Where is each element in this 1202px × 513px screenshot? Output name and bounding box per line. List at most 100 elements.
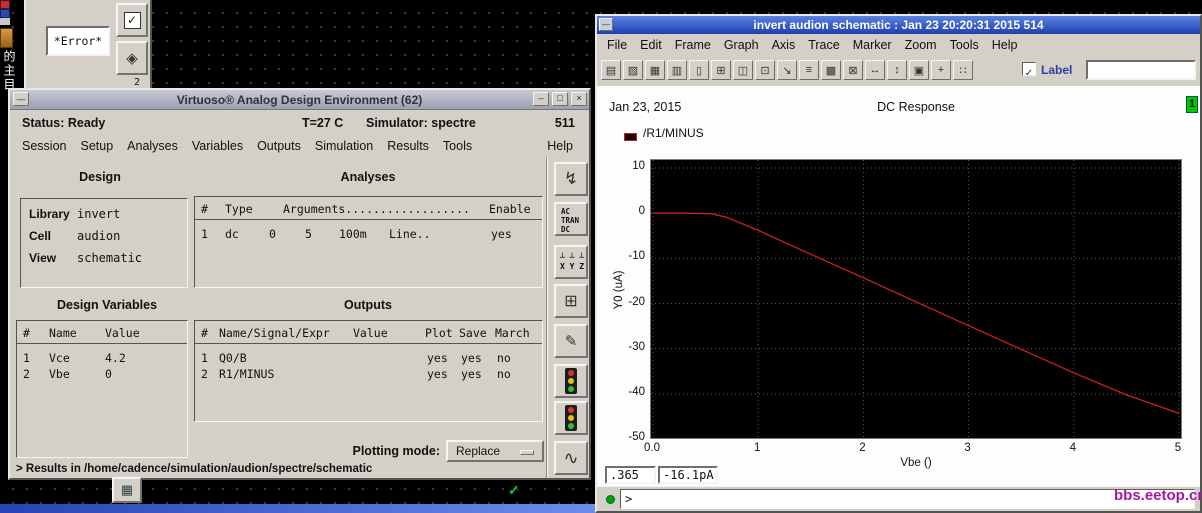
variable-row-cell[interactable]: 1 <box>23 351 30 365</box>
variable-row-cell[interactable]: Vce <box>49 351 70 365</box>
select-region-icon[interactable]: ⊠ <box>843 60 863 80</box>
simulator-label: Simulator: <box>366 116 428 130</box>
plot-outputs-button[interactable]: ∿ <box>554 441 588 475</box>
label-input[interactable] <box>1086 60 1196 80</box>
subwindow-icon[interactable]: ⊞ <box>711 60 731 80</box>
analysis-row-cell[interactable]: 100m <box>339 227 367 241</box>
analysis-row-cell[interactable]: dc <box>225 227 239 241</box>
menu-variables[interactable]: Variables <box>192 139 243 153</box>
menu-session[interactable]: Session <box>22 139 66 153</box>
label-checkbox-label[interactable]: Label <box>1041 63 1072 77</box>
taskbar[interactable] <box>0 504 595 513</box>
output-row-cell[interactable]: yes <box>461 367 482 381</box>
panel-blue-icon[interactable] <box>0 9 10 18</box>
skip-button[interactable]: ◈ <box>116 41 148 75</box>
menu-simulation[interactable]: Simulation <box>315 139 373 153</box>
grid-toggle-icon[interactable]: ▦ <box>645 60 665 80</box>
output-row-cell[interactable]: R1/MINUS <box>219 367 274 381</box>
variable-row-cell[interactable]: 4.2 <box>105 351 126 365</box>
zoom-fit-icon[interactable]: ▣ <box>909 60 929 80</box>
copy-graph-icon[interactable]: ⊡ <box>755 60 775 80</box>
check-button[interactable]: ✓ <box>116 3 148 37</box>
view-value[interactable]: schematic <box>77 251 142 265</box>
output-row-cell[interactable]: 1 <box>201 351 208 365</box>
folder-icon[interactable] <box>0 28 13 48</box>
overlay-icon[interactable]: ◫ <box>733 60 753 80</box>
output-row-cell[interactable]: yes <box>427 367 448 381</box>
annotate-button[interactable]: ✎ <box>554 324 588 358</box>
close-button[interactable]: × <box>571 92 587 106</box>
run-simulation-button[interactable] <box>554 364 588 398</box>
analysis-row-cell[interactable]: Line.. <box>389 227 431 241</box>
outputs-panel[interactable]: # Name/Signal/Expr Value Plot Save March… <box>194 320 543 422</box>
zoom-x-icon[interactable]: ↔ <box>865 60 885 80</box>
menu-tools[interactable]: Tools <box>443 139 472 153</box>
menu-frame[interactable]: Frame <box>675 38 711 52</box>
command-bar: > <box>597 486 1200 511</box>
menu-marker[interactable]: Marker <box>853 38 892 52</box>
choose-analyses-button[interactable]: AC TRAN DC <box>554 202 588 236</box>
minimize-button[interactable]: – <box>533 92 549 106</box>
library-value[interactable]: invert <box>77 207 120 221</box>
panel-gray-icon[interactable] <box>0 18 10 25</box>
strip-mode-icon[interactable]: ▥ <box>667 60 687 80</box>
probe-button[interactable]: ↯ <box>554 162 588 196</box>
output-row-cell[interactable]: yes <box>427 351 448 365</box>
legend-swatch[interactable] <box>624 133 637 141</box>
command-input[interactable]: > <box>620 489 1195 509</box>
graph-titlebar[interactable]: — invert audion schematic : Jan 23 20:20… <box>597 16 1200 34</box>
analyses-panel[interactable]: # Type Arguments.................. Enabl… <box>194 196 543 288</box>
variable-row-cell[interactable]: 2 <box>23 367 30 381</box>
menu-help[interactable]: Help <box>992 38 1018 52</box>
menu-file[interactable]: File <box>607 38 627 52</box>
crosshair-icon[interactable]: ∷ <box>953 60 973 80</box>
menu-help[interactable]: Help <box>547 139 573 153</box>
fill-style-icon[interactable]: ▩ <box>821 60 841 80</box>
print-icon[interactable]: ▤ <box>601 60 621 80</box>
analysis-row-cell[interactable]: 5 <box>305 227 312 241</box>
analysis-row-cell[interactable]: 1 <box>201 227 208 241</box>
dc-plot-svg[interactable] <box>650 159 1182 439</box>
page-badge[interactable]: 1 <box>1186 96 1198 113</box>
single-window-icon[interactable]: ▯ <box>689 60 709 80</box>
design-variables-panel[interactable]: # Name Value 1 Vce 4.2 2 Vbe 0 <box>16 320 188 458</box>
export-data-icon[interactable]: ↘ <box>777 60 797 80</box>
menu-graph[interactable]: Graph <box>724 38 759 52</box>
output-row-cell[interactable]: no <box>497 351 511 365</box>
menu-edit[interactable]: Edit <box>640 38 662 52</box>
maximize-button[interactable]: □ <box>552 92 568 106</box>
variable-row-cell[interactable]: 0 <box>105 367 112 381</box>
column-header: Enable <box>489 202 531 216</box>
plotting-mode-dropdown[interactable]: Replace <box>446 440 544 462</box>
menu-setup[interactable]: Setup <box>80 139 113 153</box>
panel-red-icon[interactable] <box>0 0 10 9</box>
variable-row-cell[interactable]: Vbe <box>49 367 70 381</box>
cell-value[interactable]: audion <box>77 229 120 243</box>
menu-axis[interactable]: Axis <box>772 38 796 52</box>
menu-tools[interactable]: Tools <box>950 38 979 52</box>
minimized-tool-icon[interactable]: ▦ <box>112 477 142 503</box>
menu-outputs[interactable]: Outputs <box>257 139 301 153</box>
analysis-row-cell[interactable]: 0 <box>269 227 276 241</box>
output-row-cell[interactable]: yes <box>461 351 482 365</box>
menu-results[interactable]: Results <box>387 139 429 153</box>
column-header: # <box>201 202 208 216</box>
legend-label[interactable]: /R1/MINUS <box>643 126 704 140</box>
stop-simulation-button[interactable] <box>554 401 588 435</box>
export-image-icon[interactable]: ▧ <box>623 60 643 80</box>
menu-analyses[interactable]: Analyses <box>127 139 178 153</box>
setup-outputs-button[interactable]: ⊞ <box>554 284 588 318</box>
output-row-cell[interactable]: Q0/B <box>219 351 247 365</box>
analysis-row-cell[interactable]: yes <box>491 227 512 241</box>
run-number: 511 <box>554 116 575 130</box>
ade-titlebar[interactable]: — Virtuoso® Analog Design Environment (6… <box>10 90 589 110</box>
output-row-cell[interactable]: no <box>497 367 511 381</box>
menu-zoom[interactable]: Zoom <box>905 38 937 52</box>
edit-variables-button[interactable]: ┴ ┴ ┴ X Y Z <box>554 245 588 279</box>
label-checkbox[interactable]: ✓ <box>1022 62 1036 79</box>
output-row-cell[interactable]: 2 <box>201 367 208 381</box>
edit-labels-icon[interactable]: ≡ <box>799 60 819 80</box>
zoom-y-icon[interactable]: ↕ <box>887 60 907 80</box>
pan-icon[interactable]: + <box>931 60 951 80</box>
menu-trace[interactable]: Trace <box>808 38 840 52</box>
